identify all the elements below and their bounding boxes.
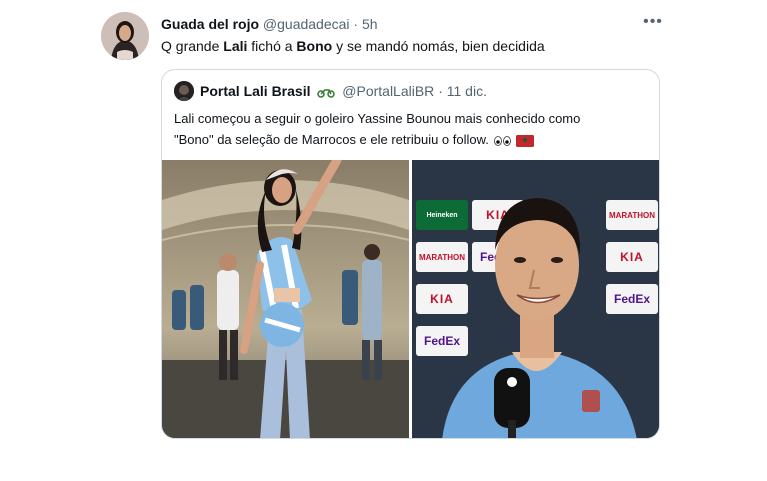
tweet-text-bold: Bono xyxy=(296,38,333,54)
author-name[interactable]: Guada del rojo xyxy=(161,16,259,32)
quoted-header: Portal Lali Brasil @PortalLaliBR · 11 di… xyxy=(200,83,487,99)
quoted-time[interactable]: 11 dic. xyxy=(447,83,487,99)
tweet-text-part: fichó a xyxy=(247,38,297,54)
quoted-tweet[interactable]: Portal Lali Brasil @PortalLaliBR · 11 di… xyxy=(161,69,660,439)
tweet-header: Guada del rojo @guadadecai · 5h xyxy=(161,16,378,32)
eyes-icon xyxy=(493,135,511,146)
tweet-text: Q grande Lali fichó a Bono y se mandó no… xyxy=(161,38,545,54)
quoted-text-line-content: "Bono" da seleção de Marrocos e ele retr… xyxy=(174,132,493,147)
woman-in-argentina-jersey-photo[interactable] xyxy=(162,160,409,438)
goalkeeper-interview-photo[interactable]: Heineken KIA MARATHON FedEx KIA MARATHON… xyxy=(412,160,659,438)
motorcycle-icon xyxy=(317,89,336,99)
tweet-time[interactable]: 5h xyxy=(362,16,378,32)
quoted-media[interactable]: Heineken KIA MARATHON FedEx KIA MARATHON… xyxy=(162,160,659,438)
separator-dot: · xyxy=(438,83,443,99)
tweet-text-part: y se mandó nomás, bien decidida xyxy=(332,38,545,54)
author-avatar[interactable] xyxy=(101,12,149,60)
tweet-text-bold: Lali xyxy=(223,38,248,54)
quoted-text-line: "Bono" da seleção de Marrocos e ele retr… xyxy=(174,129,649,150)
more-icon[interactable]: ••• xyxy=(643,12,663,32)
quoted-author-name[interactable]: Portal Lali Brasil xyxy=(200,83,310,99)
author-handle[interactable]: @guadadecai xyxy=(263,16,350,32)
tweet-text-part: Q grande xyxy=(161,38,224,54)
morocco-flag-icon xyxy=(516,134,535,147)
quoted-text-line: Lali começou a seguir o goleiro Yassine … xyxy=(174,111,581,126)
tweet[interactable]: Guada del rojo @guadadecai · 5h ••• Q gr… xyxy=(0,0,767,481)
quoted-author-avatar[interactable] xyxy=(174,81,194,101)
quoted-author-handle[interactable]: @PortalLaliBR xyxy=(342,83,434,99)
quoted-text: Lali começou a seguir o goleiro Yassine … xyxy=(174,108,649,150)
separator-dot: · xyxy=(353,16,359,32)
